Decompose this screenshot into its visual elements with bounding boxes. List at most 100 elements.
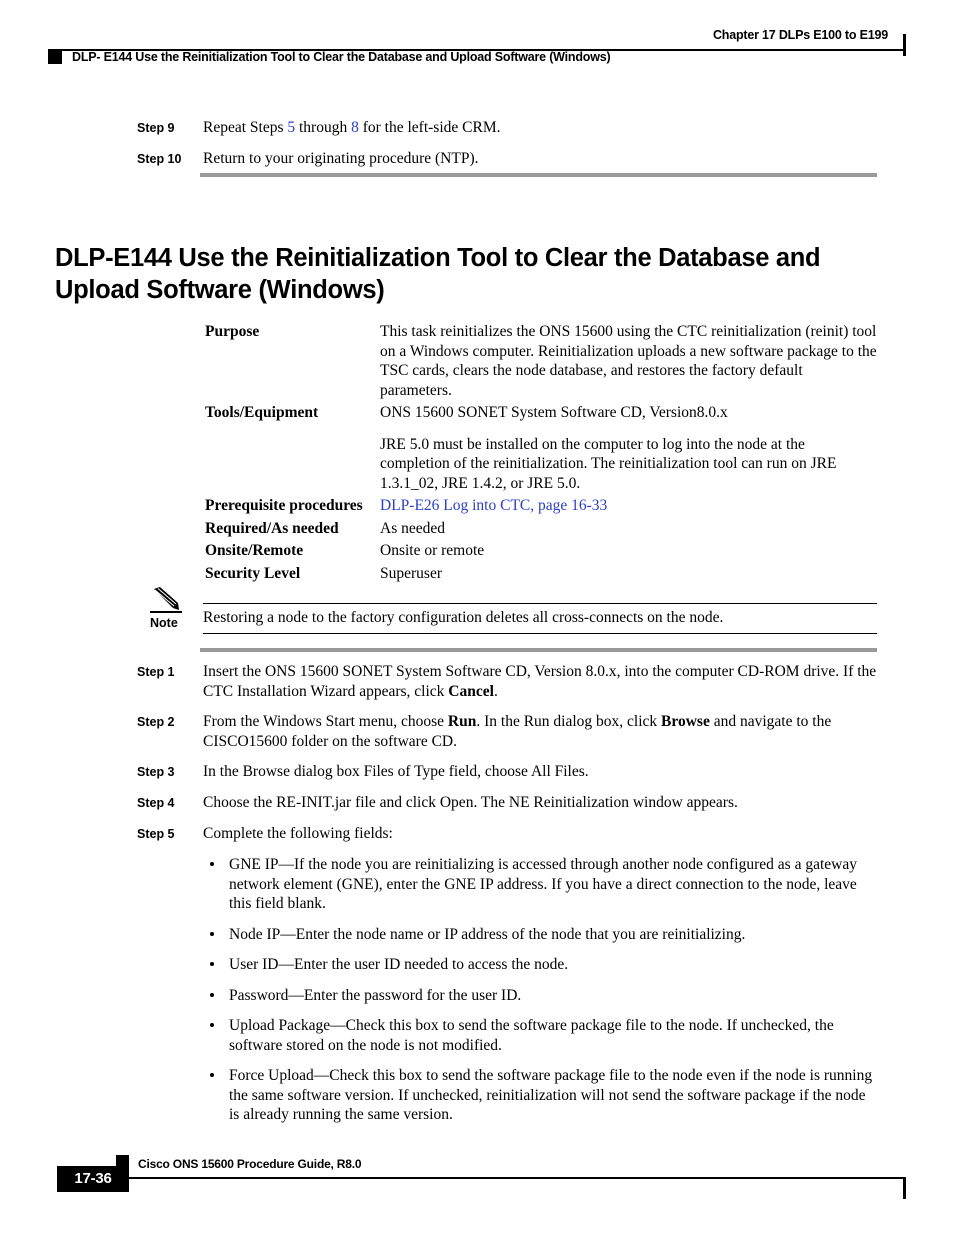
list-item: User ID—Enter the user ID needed to acce…: [203, 955, 877, 975]
emphasis-text: Browse: [661, 713, 710, 730]
emphasis-text: Cancel: [448, 682, 494, 700]
spec-definition: This task reinitializes the ONS 15600 us…: [380, 322, 877, 400]
step-label: Step 3: [137, 765, 175, 779]
list-item-text: User ID—Enter the user ID needed to acce…: [229, 956, 569, 973]
step-text: Return to your originating procedure (NT…: [203, 149, 877, 169]
spec-term: Tools/Equipment: [205, 404, 319, 421]
spec-definition: ONS 15600 SONET System Software CD, Vers…: [380, 403, 877, 493]
text-run: Insert the ONS 15600 SONET System Softwa…: [203, 663, 877, 700]
spec-paragraph: Onsite or remote: [380, 542, 485, 559]
text-run: .: [493, 682, 498, 700]
list-item: GNE IP—If the node you are reinitializin…: [203, 855, 877, 914]
step-row: Step 10 Return to your originating proce…: [137, 149, 877, 169]
cross-reference-link[interactable]: DLP-E26 Log into CTC, page 16-33: [380, 497, 607, 514]
spec-definition: DLP-E26 Log into CTC, page 16-33: [380, 496, 877, 516]
spec-definition: As needed: [380, 519, 877, 539]
page-footer: Cisco ONS 15600 Procedure Guide, R8.0 17…: [48, 1155, 906, 1207]
list-item-text: Node IP—Enter the node name or IP addres…: [229, 925, 746, 943]
bullet-dot-icon: [210, 992, 214, 997]
step-row: Step 2 From the Windows Start menu, choos…: [137, 712, 877, 751]
footer-guide-title: Cisco ONS 15600 Procedure Guide, R8.0: [138, 1157, 362, 1171]
spec-term: Security Level: [205, 564, 301, 582]
spec-row: Required/As needed As needed: [205, 519, 877, 539]
text-run: Repeat Steps: [203, 119, 288, 136]
list-item: Force Upload—Check this box to send the …: [203, 1066, 877, 1125]
spec-term: Prerequisite procedures: [205, 497, 363, 514]
step-row: Step 4 Choose the RE-INIT.jar file and cl…: [137, 793, 877, 813]
step-text: Repeat Steps 5 through 8 for the left-si…: [203, 118, 877, 138]
emphasis-text: Run: [447, 713, 477, 730]
spec-definition: Onsite or remote: [380, 541, 877, 561]
spec-row: Security Level Superuser: [205, 564, 877, 584]
spec-paragraph: This task reinitializes the ONS 15600 us…: [380, 323, 877, 399]
step-label: Step 4: [137, 796, 175, 810]
page-title: DLP-E144 Use the Reinitialization Tool t…: [55, 244, 821, 305]
note-gutter: Note: [150, 586, 206, 630]
step-text: Insert the ONS 15600 SONET System Softwa…: [203, 662, 877, 701]
spec-paragraph: As needed: [380, 519, 445, 537]
footer-rule: [116, 1177, 906, 1179]
spec-paragraph: JRE 5.0 must be installed on the compute…: [380, 435, 837, 492]
step-text: From the Windows Start menu, choose Run.…: [203, 712, 877, 751]
bullet-dot-icon: [210, 862, 214, 866]
step-row: Step 3 In the Browse dialog box Files of …: [137, 762, 877, 782]
list-item: Upload Package—Check this box to send th…: [203, 1016, 877, 1055]
text-run: From the Windows Start menu, choose: [203, 713, 448, 730]
footer-rule-end-cap: [903, 1177, 906, 1199]
list-item: Password—Enter the password for the user…: [203, 986, 877, 1006]
note-text: Restoring a node to the factory configur…: [203, 609, 724, 627]
black-square-marker-icon: [48, 50, 62, 64]
bullet-dot-icon: [210, 1023, 214, 1027]
text-run: for the left-side CRM.: [358, 119, 501, 136]
cross-reference-link[interactable]: 5: [287, 119, 295, 136]
bullet-dot-icon: [210, 1073, 214, 1077]
spec-term: Purpose: [205, 323, 260, 340]
note-section-divider-rule: [200, 648, 877, 652]
note-bottom-rule: [203, 632, 877, 634]
text-run: . In the Run dialog box, click: [476, 713, 662, 730]
spec-paragraph: Superuser: [380, 564, 442, 582]
note-label: Note: [150, 615, 178, 630]
bullet-dot-icon: [210, 931, 214, 936]
text-run: Return to your originating procedure (NT…: [203, 150, 479, 167]
page-number: 17-36: [57, 1166, 129, 1192]
text-run: through: [295, 119, 352, 136]
spec-term: Required/As needed: [205, 519, 339, 537]
spec-definition: Superuser: [380, 564, 877, 584]
spec-row: Tools/Equipment ONS 15600 SONET System So…: [205, 403, 877, 493]
spec-row: Prerequisite procedures DLP-E26 Log into …: [205, 496, 877, 516]
spec-paragraph: ONS 15600 SONET System Software CD, Vers…: [380, 404, 728, 421]
list-item-text: GNE IP—If the node you are reinitializin…: [229, 856, 857, 912]
list-item-text: Password—Enter the password for the user…: [229, 986, 522, 1004]
step-row: Step 9 Repeat Steps 5 through 8 for the …: [137, 118, 877, 138]
step5-field-list: GNE IP—If the node you are reinitializin…: [203, 855, 877, 1125]
header-rule-end-cap: [903, 34, 906, 56]
procedure-steps: Step 1 Insert the ONS 15600 SONET System …: [137, 662, 877, 1125]
step-label: Step 9: [137, 121, 175, 135]
step-text: In the Browse dialog box Files of Type f…: [203, 762, 877, 782]
header-document-title: DLP- E144 Use the Reinitialization Tool …: [72, 50, 611, 64]
step-label: Step 2: [137, 715, 175, 729]
spec-row: Purpose This task reinitializes the ONS 1…: [205, 322, 877, 400]
list-item: Node IP—Enter the node name or IP addres…: [203, 925, 877, 945]
step-label: Step 5: [137, 827, 175, 841]
spec-term: Onsite/Remote: [205, 542, 304, 559]
step-row: Step 5 Complete the following fields:: [137, 824, 877, 844]
spec-row: Onsite/Remote Onsite or remote: [205, 541, 877, 561]
cross-reference-link[interactable]: 8: [351, 119, 359, 136]
note-body: Restoring a node to the factory configur…: [203, 603, 877, 634]
step-row: Step 1 Insert the ONS 15600 SONET System …: [137, 662, 877, 701]
step-text: Choose the RE-INIT.jar file and click Op…: [203, 793, 877, 813]
procedure-spec-table: Purpose This task reinitializes the ONS 1…: [205, 322, 877, 586]
text-run: In the Browse dialog box Files of Type f…: [203, 763, 589, 780]
section-divider-rule: [200, 173, 877, 177]
step-text: Complete the following fields:: [203, 824, 877, 844]
chapter-title: Chapter 17 DLPs E100 to E199: [712, 28, 888, 42]
text-run: Complete the following fields:: [203, 825, 393, 842]
list-item-text: Force Upload—Check this box to send the …: [229, 1067, 873, 1123]
bullet-dot-icon: [210, 962, 214, 966]
carryover-steps: Step 9 Repeat Steps 5 through 8 for the …: [137, 118, 877, 180]
page-header: Chapter 17 DLPs E100 to E199 DLP- E144 U…: [48, 28, 906, 78]
pencil-icon: [150, 586, 186, 612]
step-label: Step 10: [137, 152, 182, 166]
